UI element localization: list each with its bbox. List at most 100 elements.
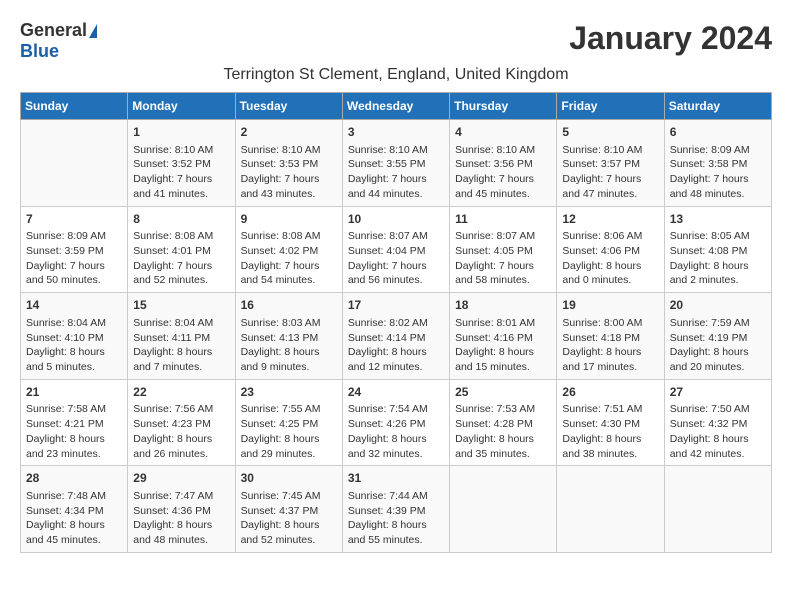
calendar-day-cell: 15Sunrise: 8:04 AM Sunset: 4:11 PM Dayli… — [128, 293, 235, 380]
day-info: Sunrise: 7:54 AM Sunset: 4:26 PM Dayligh… — [348, 402, 444, 461]
calendar-day-cell: 7Sunrise: 8:09 AM Sunset: 3:59 PM Daylig… — [21, 206, 128, 293]
calendar-day-cell: 18 Sunrise: 8:01 AM Sunset: 4:16 PM Dayli… — [450, 293, 557, 380]
calendar-day-cell: 16 Sunrise: 8:03 AM Sunset: 4:13 PM Dayli… — [235, 293, 342, 380]
calendar-day-cell: 6 Sunrise: 8:09 AM Sunset: 3:58 PM Daylig… — [664, 120, 771, 207]
calendar-week-row: 28 Sunrise: 7:48 AM Sunset: 4:34 PM Dayli… — [21, 466, 772, 553]
calendar-day-cell: 5 Sunrise: 8:10 AM Sunset: 3:57 PM Daylig… — [557, 120, 664, 207]
calendar-day-cell: 17Sunrise: 8:02 AM Sunset: 4:14 PM Dayli… — [342, 293, 449, 380]
day-info: Sunrise: 8:04 AM Sunset: 4:10 PM Dayligh… — [26, 316, 122, 375]
day-number: 8 — [133, 211, 229, 228]
day-number: 3 — [348, 124, 444, 141]
day-number: 16 — [241, 297, 337, 314]
day-number: 31 — [348, 470, 444, 487]
day-number: 27 — [670, 384, 766, 401]
day-number: 18 — [455, 297, 551, 314]
calendar-header-cell: Tuesday — [235, 93, 342, 120]
calendar-day-cell: 10Sunrise: 8:07 AM Sunset: 4:04 PM Dayli… — [342, 206, 449, 293]
day-info: Sunrise: 8:07 AM Sunset: 4:05 PM Dayligh… — [455, 229, 551, 288]
day-number: 14 — [26, 297, 122, 314]
calendar-day-cell: 25Sunrise: 7:53 AM Sunset: 4:28 PM Dayli… — [450, 379, 557, 466]
day-info: Sunrise: 8:03 AM Sunset: 4:13 PM Dayligh… — [241, 316, 337, 375]
day-number: 28 — [26, 470, 122, 487]
day-number: 17 — [348, 297, 444, 314]
calendar-body: 1Sunrise: 8:10 AM Sunset: 3:52 PM Daylig… — [21, 120, 772, 553]
day-info: Sunrise: 7:58 AM Sunset: 4:21 PM Dayligh… — [26, 402, 122, 461]
calendar-day-cell: 19 Sunrise: 8:00 AM Sunset: 4:18 PM Dayli… — [557, 293, 664, 380]
day-number: 4 — [455, 124, 551, 141]
day-info: Sunrise: 7:56 AM Sunset: 4:23 PM Dayligh… — [133, 402, 229, 461]
day-info: Sunrise: 7:59 AM Sunset: 4:19 PM Dayligh… — [670, 316, 766, 375]
day-info: Sunrise: 8:09 AM Sunset: 3:59 PM Dayligh… — [26, 229, 122, 288]
calendar-day-cell: 11Sunrise: 8:07 AM Sunset: 4:05 PM Dayli… — [450, 206, 557, 293]
day-info: Sunrise: 8:01 AM Sunset: 4:16 PM Dayligh… — [455, 316, 551, 375]
day-number: 30 — [241, 470, 337, 487]
calendar-day-cell: 3 Sunrise: 8:10 AM Sunset: 3:55 PM Daylig… — [342, 120, 449, 207]
logo-triangle-icon — [89, 24, 97, 38]
logo-general-text: General — [20, 20, 87, 41]
calendar-header-cell: Wednesday — [342, 93, 449, 120]
calendar-day-cell: 9Sunrise: 8:08 AM Sunset: 4:02 PM Daylig… — [235, 206, 342, 293]
calendar-day-cell — [557, 466, 664, 553]
day-info: Sunrise: 7:55 AM Sunset: 4:25 PM Dayligh… — [241, 402, 337, 461]
day-info: Sunrise: 8:06 AM Sunset: 4:06 PM Dayligh… — [562, 229, 658, 288]
calendar-week-row: 14 Sunrise: 8:04 AM Sunset: 4:10 PM Dayli… — [21, 293, 772, 380]
calendar-day-cell: 1Sunrise: 8:10 AM Sunset: 3:52 PM Daylig… — [128, 120, 235, 207]
calendar-day-cell: 24Sunrise: 7:54 AM Sunset: 4:26 PM Dayli… — [342, 379, 449, 466]
calendar-header-cell: Monday — [128, 93, 235, 120]
calendar-day-cell: 29 Sunrise: 7:47 AM Sunset: 4:36 PM Dayli… — [128, 466, 235, 553]
calendar-day-cell: 30 Sunrise: 7:45 AM Sunset: 4:37 PM Dayli… — [235, 466, 342, 553]
day-number: 2 — [241, 124, 337, 141]
day-info: Sunrise: 8:10 AM Sunset: 3:53 PM Dayligh… — [241, 143, 337, 202]
calendar-header-cell: Thursday — [450, 93, 557, 120]
calendar-day-cell: 4 Sunrise: 8:10 AM Sunset: 3:56 PM Daylig… — [450, 120, 557, 207]
day-info: Sunrise: 7:44 AM Sunset: 4:39 PM Dayligh… — [348, 489, 444, 548]
day-number: 21 — [26, 384, 122, 401]
calendar-day-cell: 20 Sunrise: 7:59 AM Sunset: 4:19 PM Dayli… — [664, 293, 771, 380]
day-number: 19 — [562, 297, 658, 314]
day-number: 24 — [348, 384, 444, 401]
calendar-day-cell: 28 Sunrise: 7:48 AM Sunset: 4:34 PM Dayli… — [21, 466, 128, 553]
calendar-day-cell: 8Sunrise: 8:08 AM Sunset: 4:01 PM Daylig… — [128, 206, 235, 293]
day-info: Sunrise: 8:10 AM Sunset: 3:56 PM Dayligh… — [455, 143, 551, 202]
calendar-day-cell: 27Sunrise: 7:50 AM Sunset: 4:32 PM Dayli… — [664, 379, 771, 466]
calendar-day-cell: 12Sunrise: 8:06 AM Sunset: 4:06 PM Dayli… — [557, 206, 664, 293]
logo: General Blue — [20, 20, 97, 62]
day-number: 26 — [562, 384, 658, 401]
day-info: Sunrise: 8:09 AM Sunset: 3:58 PM Dayligh… — [670, 143, 766, 202]
day-number: 20 — [670, 297, 766, 314]
day-info: Sunrise: 7:45 AM Sunset: 4:37 PM Dayligh… — [241, 489, 337, 548]
page-header: General Blue January 2024 — [20, 20, 772, 62]
day-number: 12 — [562, 211, 658, 228]
calendar-table: SundayMondayTuesdayWednesdayThursdayFrid… — [20, 92, 772, 553]
calendar-week-row: 1Sunrise: 8:10 AM Sunset: 3:52 PM Daylig… — [21, 120, 772, 207]
day-info: Sunrise: 8:10 AM Sunset: 3:55 PM Dayligh… — [348, 143, 444, 202]
calendar-day-cell: 2 Sunrise: 8:10 AM Sunset: 3:53 PM Daylig… — [235, 120, 342, 207]
day-info: Sunrise: 7:48 AM Sunset: 4:34 PM Dayligh… — [26, 489, 122, 548]
day-info: Sunrise: 8:00 AM Sunset: 4:18 PM Dayligh… — [562, 316, 658, 375]
day-info: Sunrise: 8:10 AM Sunset: 3:57 PM Dayligh… — [562, 143, 658, 202]
day-number: 11 — [455, 211, 551, 228]
calendar-day-cell: 14 Sunrise: 8:04 AM Sunset: 4:10 PM Dayli… — [21, 293, 128, 380]
day-number: 29 — [133, 470, 229, 487]
calendar-header-cell: Sunday — [21, 93, 128, 120]
day-info: Sunrise: 7:50 AM Sunset: 4:32 PM Dayligh… — [670, 402, 766, 461]
calendar-day-cell — [664, 466, 771, 553]
day-number: 6 — [670, 124, 766, 141]
calendar-header-cell: Friday — [557, 93, 664, 120]
day-info: Sunrise: 8:08 AM Sunset: 4:02 PM Dayligh… — [241, 229, 337, 288]
calendar-day-cell: 26Sunrise: 7:51 AM Sunset: 4:30 PM Dayli… — [557, 379, 664, 466]
calendar-day-cell: 22Sunrise: 7:56 AM Sunset: 4:23 PM Dayli… — [128, 379, 235, 466]
day-info: Sunrise: 7:53 AM Sunset: 4:28 PM Dayligh… — [455, 402, 551, 461]
day-info: Sunrise: 8:07 AM Sunset: 4:04 PM Dayligh… — [348, 229, 444, 288]
calendar-header-row: SundayMondayTuesdayWednesdayThursdayFrid… — [21, 93, 772, 120]
day-number: 5 — [562, 124, 658, 141]
day-number: 15 — [133, 297, 229, 314]
month-title: January 2024 — [569, 20, 772, 57]
day-number: 25 — [455, 384, 551, 401]
day-info: Sunrise: 7:51 AM Sunset: 4:30 PM Dayligh… — [562, 402, 658, 461]
calendar-day-cell — [450, 466, 557, 553]
calendar-week-row: 21Sunrise: 7:58 AM Sunset: 4:21 PM Dayli… — [21, 379, 772, 466]
day-number: 23 — [241, 384, 337, 401]
day-info: Sunrise: 8:08 AM Sunset: 4:01 PM Dayligh… — [133, 229, 229, 288]
day-info: Sunrise: 7:47 AM Sunset: 4:36 PM Dayligh… — [133, 489, 229, 548]
